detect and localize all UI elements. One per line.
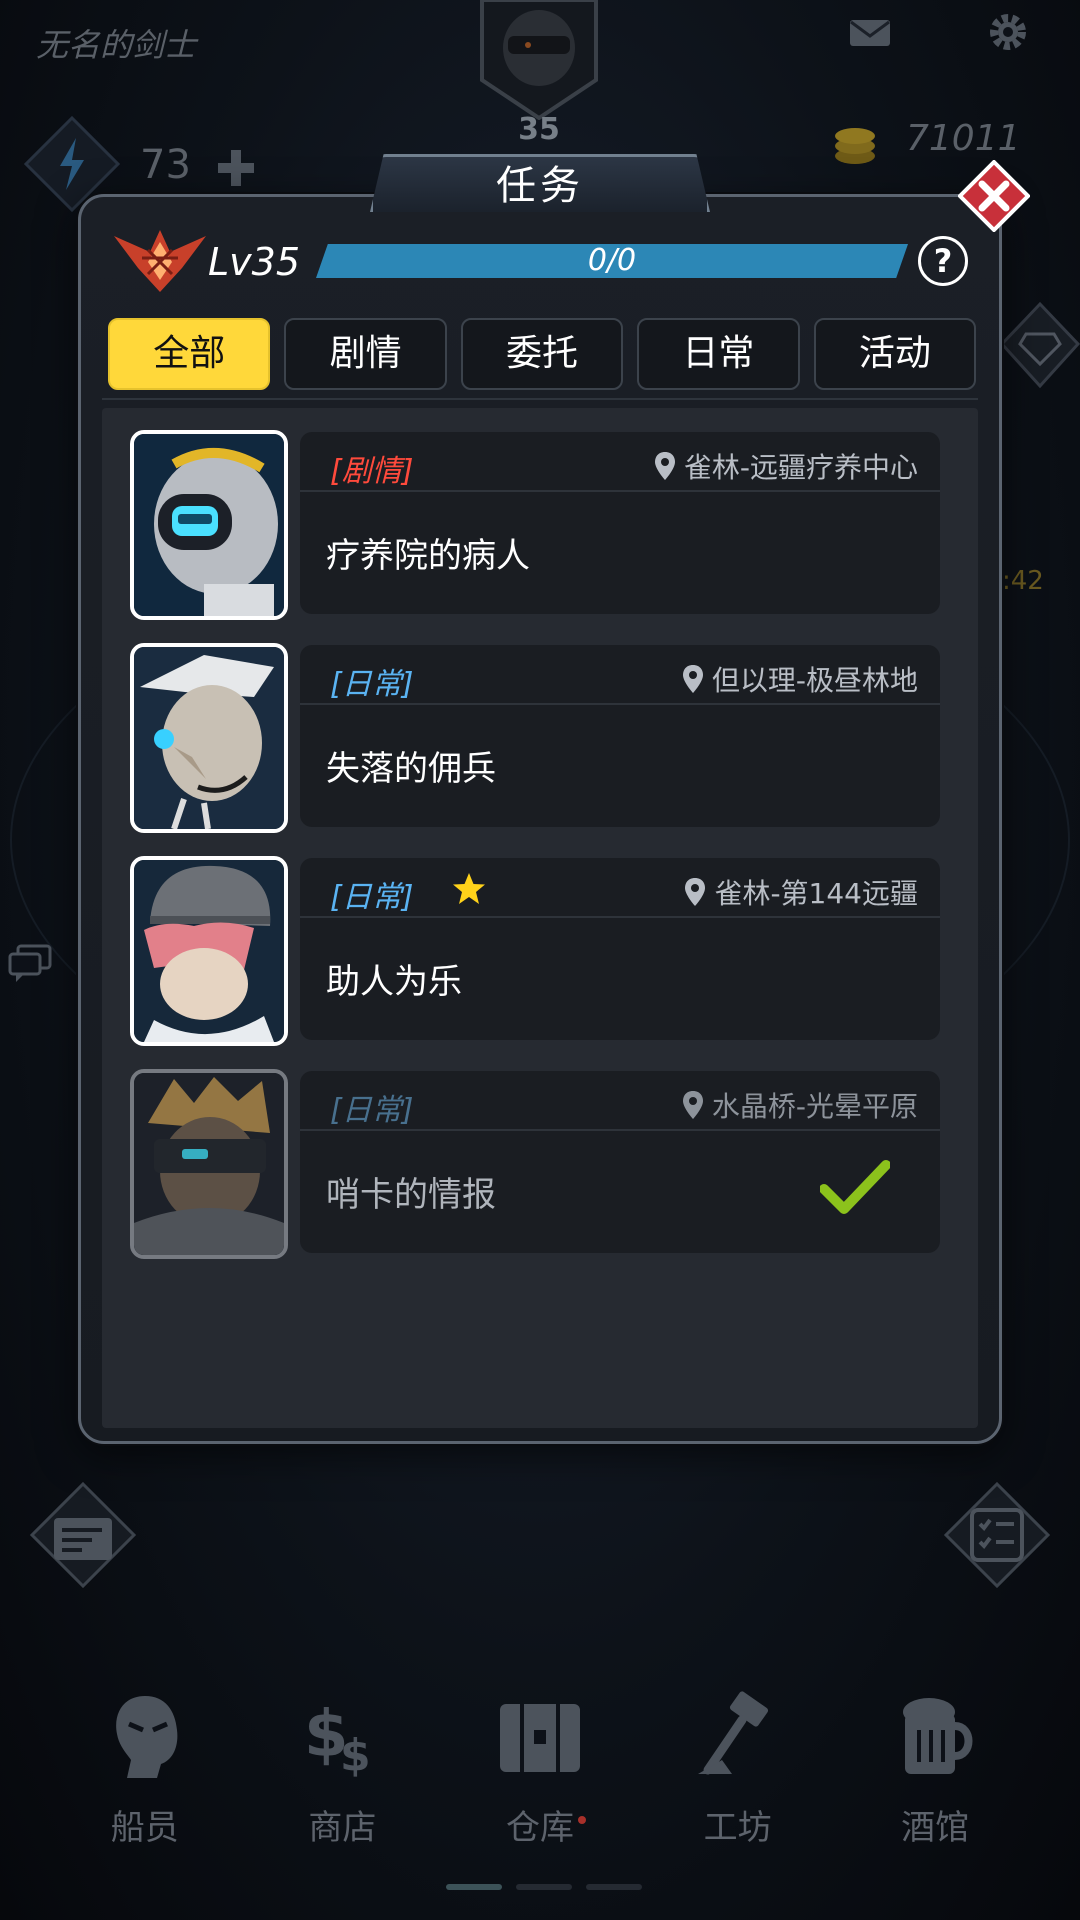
quest-type-tag: [剧情]	[330, 454, 414, 489]
workshop-icon	[697, 1691, 768, 1775]
player-avatar[interactable]: 35	[478, 0, 600, 147]
quest-location-text: 雀林-第144远疆	[714, 877, 918, 910]
add-energy-icon[interactable]	[214, 146, 258, 190]
chat-icon[interactable]	[8, 944, 52, 984]
mercenary-portrait-icon	[134, 647, 284, 829]
quest-location: 雀林-第144远疆	[684, 872, 918, 912]
location-pin-icon	[682, 1091, 703, 1119]
quest-name: 助人为乐	[326, 962, 462, 1002]
quest-location: 水晶桥-光晕平原	[682, 1085, 918, 1125]
quest-card: [日常] 雀林-第144远疆 助人为乐	[300, 858, 940, 1040]
level-progress-bar: 0/0	[316, 244, 908, 278]
help-button[interactable]: ?	[918, 236, 968, 286]
quest-type-tag: [日常]	[330, 667, 414, 702]
modal-title: 任务	[496, 163, 584, 209]
svg-text:$: $	[340, 1730, 371, 1781]
quest-card: [日常] 但以理-极昼林地 失落的佣兵	[300, 645, 940, 827]
coin-value: 71011	[906, 118, 1021, 159]
level-label: Lv35	[208, 240, 301, 284]
quest-filter-tabs: 全部 剧情 委托 日常 活动	[108, 318, 977, 390]
close-button[interactable]	[958, 160, 1030, 232]
page-dot	[586, 1884, 642, 1890]
nav-item-crew[interactable]: 船员	[55, 1670, 235, 1870]
tab-all[interactable]: 全部	[108, 318, 271, 390]
tab-event[interactable]: 活动	[813, 318, 977, 390]
robot-portrait-icon	[134, 434, 284, 616]
coin-icon	[835, 128, 875, 164]
event-timer: :42	[1002, 566, 1044, 596]
quest-location: 雀林-远疆疗养中心	[654, 446, 918, 486]
nav-label: 商店	[308, 1808, 377, 1848]
quest-item[interactable]: [日常] 但以理-极昼林地 失落的佣兵	[130, 643, 940, 833]
player-level-badge: 35	[518, 112, 560, 147]
rank-emblem-icon	[114, 230, 206, 292]
quest-type-tag: [日常]	[330, 880, 414, 915]
quest-item[interactable]: [日常] 水晶桥-光晕平原 哨卡的情报	[130, 1069, 940, 1259]
nav-item-warehouse[interactable]: 仓库	[450, 1670, 630, 1870]
quest-location: 但以理-极昼林地	[682, 659, 918, 699]
energy-value: 73	[140, 142, 191, 188]
avatar-frame-icon	[480, 0, 598, 121]
quest-portrait	[130, 856, 288, 1046]
tabs-divider	[102, 398, 978, 400]
location-pin-icon	[654, 452, 675, 480]
location-pin-icon	[685, 878, 706, 906]
nav-label: 酒馆	[901, 1808, 970, 1848]
quest-type-tag: [日常]	[330, 1093, 414, 1128]
quest-name: 疗养院的病人	[326, 536, 530, 576]
task-list-button[interactable]	[944, 1482, 1050, 1588]
gem-icon[interactable]	[1000, 300, 1080, 390]
location-pin-icon	[682, 665, 703, 693]
player-name: 无名的剑士	[36, 26, 197, 64]
quest-header: [日常] 但以理-极昼林地	[300, 645, 940, 705]
page-indicator	[446, 1884, 642, 1890]
nav-item-workshop[interactable]: 工坊	[648, 1670, 828, 1870]
quest-location-text: 雀林-远疆疗养中心	[683, 451, 918, 484]
quest-header: [日常] 水晶桥-光晕平原	[300, 1071, 940, 1131]
quest-card: [日常] 水晶桥-光晕平原 哨卡的情报	[300, 1071, 940, 1253]
quest-item[interactable]: [剧情] 雀林-远疆疗养中心 疗养院的病人	[130, 430, 940, 620]
quest-header: [日常] 雀林-第144远疆	[300, 858, 940, 918]
tab-daily[interactable]: 日常	[637, 318, 800, 390]
quest-portrait	[130, 643, 288, 833]
quest-location-text: 但以理-极昼林地	[711, 664, 918, 697]
nav-label: 船员	[110, 1808, 179, 1848]
gear-icon[interactable]	[986, 10, 1030, 54]
quest-name: 哨卡的情报	[326, 1175, 496, 1215]
nav-item-shop[interactable]: $ $ 商店	[252, 1670, 432, 1870]
nav-label: 仓库	[505, 1808, 574, 1848]
shop-icon: $ $	[304, 1698, 371, 1781]
quest-name: 失落的佣兵	[326, 749, 496, 789]
quest-portrait	[130, 1069, 288, 1259]
notice-board-button[interactable]	[30, 1482, 136, 1588]
warehouse-icon	[499, 1704, 580, 1772]
quest-item[interactable]: [日常] 雀林-第144远疆 助人为乐	[130, 856, 940, 1046]
quest-location-text: 水晶桥-光晕平原	[711, 1090, 918, 1123]
quest-portrait	[130, 430, 288, 620]
quest-card: [剧情] 雀林-远疆疗养中心 疗养院的病人	[300, 432, 940, 614]
modal-header-tab: 任务	[370, 154, 710, 212]
check-icon	[820, 1160, 890, 1214]
bottom-nav: 船员 $ $ 商店 仓库 工坊 酒馆	[0, 1670, 1080, 1870]
level-row: Lv35 0/0 ?	[112, 228, 972, 298]
star-icon	[453, 873, 485, 904]
tavern-icon	[903, 1698, 973, 1774]
visor-soldier-portrait-icon	[134, 1073, 284, 1255]
beanie-kid-portrait-icon	[134, 860, 284, 1042]
quest-header: [剧情] 雀林-远疆疗养中心	[300, 432, 940, 492]
notification-dot	[577, 1816, 586, 1824]
tab-commission[interactable]: 委托	[460, 318, 624, 390]
page-dot	[516, 1884, 572, 1890]
tab-story[interactable]: 剧情	[284, 318, 447, 390]
crew-icon	[115, 1696, 178, 1778]
progress-text: 0/0	[587, 243, 637, 278]
nav-item-tavern[interactable]: 酒馆	[845, 1670, 1025, 1870]
page-dot-active	[446, 1884, 502, 1890]
mail-icon[interactable]	[848, 18, 892, 48]
nav-label: 工坊	[703, 1808, 772, 1848]
